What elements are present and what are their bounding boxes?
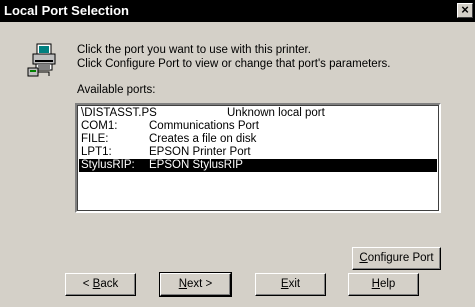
mnemonic: C	[359, 252, 368, 264]
port-name: COM1:	[81, 120, 118, 132]
list-item[interactable]: \DISTASST.PS Unknown local port	[79, 107, 437, 120]
port-description: EPSON Printer Port	[149, 146, 251, 158]
button-label: ext >	[187, 278, 213, 290]
list-item[interactable]: FILE: Creates a file on disk	[79, 133, 437, 146]
port-description: Creates a file on disk	[149, 133, 257, 145]
port-description: EPSON StylusRIP	[149, 159, 243, 171]
port-name: StylusRIP:	[81, 159, 135, 171]
port-name: FILE:	[81, 133, 109, 145]
button-prefix: <	[82, 278, 93, 290]
list-item-selected[interactable]: StylusRIP: EPSON StylusRIP	[79, 159, 437, 172]
instruction-line: Click Configure Port to view or change t…	[77, 58, 391, 70]
printer-port-icon	[27, 43, 56, 77]
close-button[interactable]: ×	[457, 3, 473, 18]
port-description: Unknown local port	[227, 107, 325, 119]
mnemonic: N	[178, 278, 188, 290]
button-label: ack	[100, 278, 119, 290]
exit-button[interactable]: Exit	[255, 273, 326, 296]
mnemonic: H	[371, 278, 380, 290]
button-label: onfigure Port	[367, 252, 434, 264]
port-name: \DISTASST.PS	[81, 107, 157, 119]
next-button[interactable]: Next >	[159, 272, 232, 297]
ports-listbox[interactable]: \DISTASST.PS Unknown local port COM1: Co…	[75, 103, 441, 213]
configure-port-button[interactable]: Configure Port	[352, 247, 441, 270]
port-description: Communications Port	[149, 120, 259, 132]
instructions: Click the port you want to use with this…	[77, 43, 390, 71]
port-name: LPT1:	[81, 146, 112, 158]
help-button[interactable]: Help	[348, 273, 419, 296]
mnemonic: E	[280, 278, 289, 290]
list-item[interactable]: COM1: Communications Port	[79, 120, 437, 133]
button-label: elp	[379, 278, 396, 290]
list-item[interactable]: LPT1: EPSON Printer Port	[79, 146, 437, 159]
button-label: xit	[288, 278, 301, 290]
title-bar: Local Port Selection ×	[0, 0, 475, 22]
window-title: Local Port Selection	[4, 3, 129, 18]
instruction-line: Click the port you want to use with this…	[77, 44, 311, 56]
available-ports-label: Available ports:	[77, 84, 156, 96]
back-button[interactable]: < Back	[65, 273, 136, 296]
